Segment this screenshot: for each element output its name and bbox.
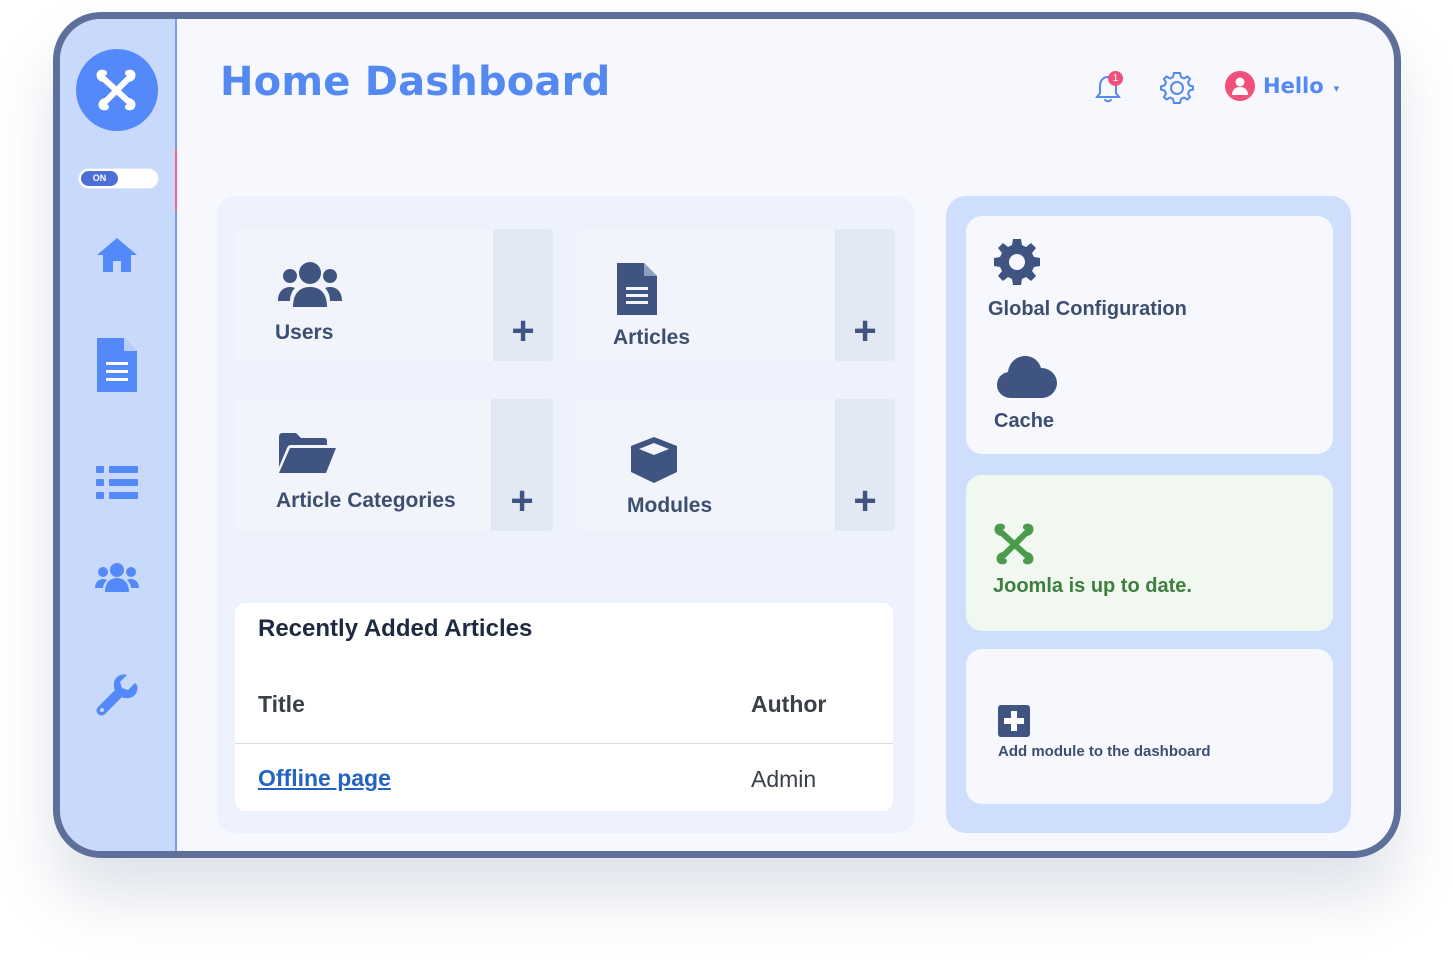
- gear-icon: [994, 239, 1040, 285]
- avatar: [1225, 71, 1255, 101]
- users-icon: [95, 563, 139, 592]
- plus-square-icon: [998, 705, 1030, 737]
- notification-badge: 1: [1108, 71, 1123, 86]
- home-icon: [97, 238, 137, 272]
- recent-articles-card: Recently Added Articles Title Author Off…: [235, 603, 893, 811]
- sidebar-toggle[interactable]: ON: [78, 168, 159, 189]
- settings-button[interactable]: [1160, 71, 1194, 110]
- tile-label: Users: [275, 321, 334, 344]
- global-configuration-link[interactable]: [993, 238, 1041, 291]
- add-module-card[interactable]: Add module to the dashboard: [966, 649, 1333, 804]
- article-author: Admin: [751, 766, 817, 792]
- right-panel: Global Configuration Cache Joomla is up …: [946, 196, 1351, 833]
- tile-article-categories[interactable]: Article Categories +: [235, 399, 553, 531]
- sidebar-item-users[interactable]: [92, 549, 142, 605]
- joomla-status-icon-wrapper: [992, 521, 1038, 572]
- tile-modules[interactable]: Modules +: [577, 399, 895, 531]
- cache-link[interactable]: [997, 356, 1057, 403]
- plus-icon: +: [853, 479, 877, 523]
- plus-icon: +: [853, 309, 877, 353]
- add-module-label[interactable]: Add module to the dashboard: [998, 743, 1211, 760]
- wrench-icon: [96, 674, 138, 716]
- sidebar-item-home[interactable]: [92, 227, 142, 283]
- cache-label[interactable]: Cache: [994, 410, 1054, 433]
- user-icon: [1232, 77, 1248, 95]
- sidebar-item-system[interactable]: [92, 667, 142, 723]
- dashboard-window: ON Home Dashboard 1 Hello ▾ Users + Arti…: [53, 12, 1401, 858]
- column-header-author: Author: [751, 691, 827, 717]
- joomla-logo[interactable]: [76, 49, 158, 131]
- tile-label: Articles: [613, 326, 691, 349]
- chevron-down-icon: ▾: [1333, 82, 1340, 95]
- table-divider: [235, 743, 893, 744]
- system-card: Global Configuration Cache: [966, 216, 1333, 454]
- global-configuration-label[interactable]: Global Configuration: [988, 298, 1187, 321]
- tile-articles[interactable]: Articles +: [577, 229, 895, 361]
- tile-label: Modules: [627, 494, 713, 517]
- add-module-icon-wrapper: [998, 705, 1030, 742]
- toggle-state-label: ON: [81, 171, 118, 186]
- add-user-button[interactable]: +: [493, 229, 553, 361]
- sidebar: ON: [60, 19, 177, 851]
- gear-icon: [1160, 72, 1194, 104]
- tile-label: Article Categories: [276, 489, 456, 512]
- add-category-button[interactable]: +: [491, 399, 553, 531]
- column-header-title: Title: [258, 691, 305, 717]
- folder-open-icon: [279, 433, 337, 478]
- list-icon: [96, 466, 138, 499]
- document-icon: [97, 338, 137, 392]
- document-icon: [617, 263, 657, 320]
- tile-users[interactable]: Users +: [235, 229, 553, 361]
- quick-icons-panel: Users + Articles + Article Categories + …: [217, 196, 915, 833]
- joomla-logo-icon: [96, 69, 136, 111]
- page-title: Home Dashboard: [220, 59, 611, 105]
- update-status-text: Joomla is up to date.: [993, 575, 1192, 597]
- joomla-logo-icon: [994, 523, 1034, 565]
- cloud-icon: [997, 356, 1057, 398]
- cube-icon: [630, 437, 678, 488]
- update-status-card: Joomla is up to date.: [966, 475, 1333, 631]
- add-article-button[interactable]: +: [835, 229, 895, 361]
- user-menu[interactable]: Hello ▾: [1225, 71, 1339, 101]
- users-icon: [278, 261, 342, 312]
- recent-articles-heading: Recently Added Articles: [258, 615, 533, 642]
- sidebar-item-menus[interactable]: [92, 455, 142, 511]
- add-module-button[interactable]: +: [835, 399, 895, 531]
- sidebar-active-marker: [175, 149, 177, 211]
- plus-icon: +: [511, 309, 535, 353]
- article-title-link[interactable]: Offline page: [258, 765, 391, 792]
- sidebar-item-articles[interactable]: [92, 337, 142, 393]
- user-greeting: Hello: [1263, 74, 1324, 98]
- plus-icon: +: [510, 479, 534, 523]
